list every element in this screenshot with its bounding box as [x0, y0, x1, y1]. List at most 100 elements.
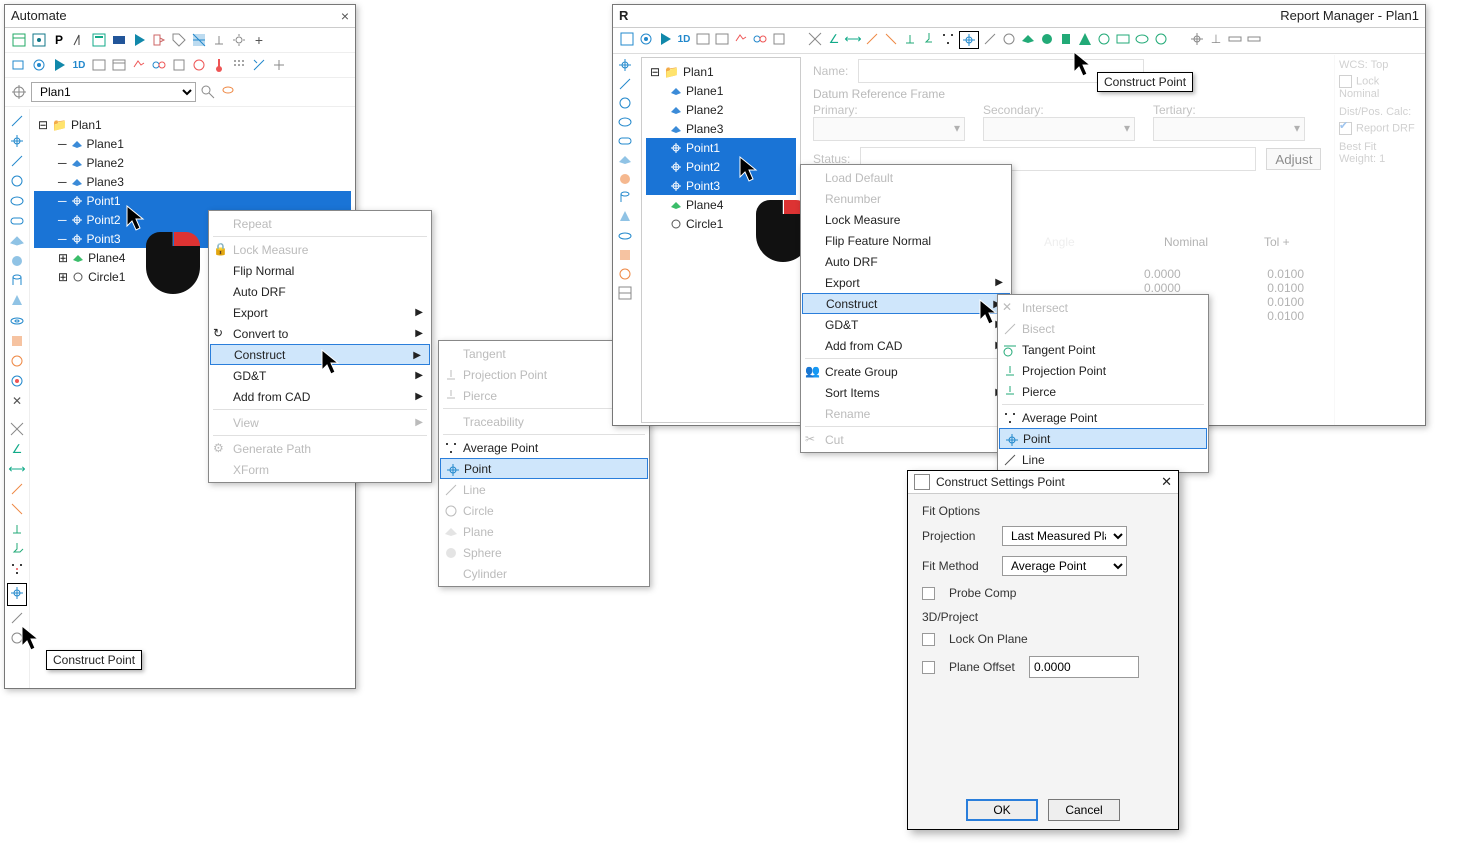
circle-icon[interactable]: [617, 95, 633, 111]
tb-icon[interactable]: [752, 31, 768, 47]
menu-item-flip-normal[interactable]: Flip Normal: [209, 260, 431, 281]
tree-item-plane2[interactable]: Plane2: [87, 156, 124, 170]
menu-item-xform[interactable]: XForm: [209, 459, 431, 480]
circle-icon[interactable]: [1001, 31, 1017, 47]
tb-icon[interactable]: [617, 228, 633, 244]
rect-icon[interactable]: [1115, 31, 1131, 47]
tb-icon[interactable]: [695, 31, 711, 47]
plane-icon[interactable]: [9, 233, 25, 249]
close-icon[interactable]: ×: [341, 5, 349, 27]
menu-item-line[interactable]: Line: [998, 449, 1208, 470]
menu-item-generate-path[interactable]: ⚙Generate Path: [209, 438, 431, 459]
line-icon[interactable]: [617, 76, 633, 92]
tertiary-select[interactable]: ▾: [1153, 117, 1305, 141]
tree-root[interactable]: Plan1: [71, 118, 102, 132]
grid-icon[interactable]: [617, 285, 633, 301]
fit-method-select[interactable]: Average Point: [1002, 556, 1127, 576]
tb-icon[interactable]: [11, 57, 27, 73]
bisect-icon[interactable]: ⟷: [9, 461, 25, 477]
tree-item-plane1[interactable]: Plane1: [686, 84, 723, 98]
tb-icon[interactable]: [9, 333, 25, 349]
cylinder-icon[interactable]: [1058, 31, 1074, 47]
play-icon[interactable]: [51, 57, 67, 73]
tb-icon[interactable]: [171, 57, 187, 73]
play-icon[interactable]: [657, 31, 673, 47]
tb-icon[interactable]: [1227, 31, 1243, 47]
tb-icon[interactable]: [619, 31, 635, 47]
menu-item-rename[interactable]: Rename: [801, 403, 1011, 424]
tb-icon[interactable]: [733, 31, 749, 47]
tb-icon[interactable]: [211, 32, 227, 48]
tb-icon[interactable]: [864, 31, 880, 47]
angle-icon[interactable]: ∠: [9, 441, 25, 457]
ellipse-icon[interactable]: [9, 193, 25, 209]
menu-item-cylinder[interactable]: Cylinder: [439, 563, 649, 584]
menu-item-plane[interactable]: Plane: [439, 521, 649, 542]
secondary-select[interactable]: ▾: [983, 117, 1135, 141]
grid-icon[interactable]: [231, 57, 247, 73]
tb-icon[interactable]: [31, 32, 47, 48]
menu-item-average-point[interactable]: Average Point: [998, 407, 1208, 428]
circle-icon[interactable]: [9, 173, 25, 189]
menu-item-create-group[interactable]: 👥Create Group: [801, 361, 1011, 382]
plane-icon[interactable]: [617, 152, 633, 168]
tb-icon[interactable]: [251, 57, 267, 73]
point-icon[interactable]: [9, 133, 25, 149]
tb-icon[interactable]: [191, 32, 207, 48]
cancel-button[interactable]: Cancel: [1048, 799, 1120, 821]
line-icon[interactable]: [982, 31, 998, 47]
tb-icon[interactable]: [271, 57, 287, 73]
construct-point-icon[interactable]: [9, 585, 25, 601]
tb-icon[interactable]: [71, 32, 87, 48]
probe-comp-checkbox[interactable]: [922, 587, 935, 600]
tb-icon[interactable]: [9, 353, 25, 369]
target-icon[interactable]: [11, 84, 27, 100]
adjust-button[interactable]: Adjust: [1266, 148, 1321, 170]
search-icon[interactable]: [200, 84, 216, 100]
menu-item-point[interactable]: Point: [440, 458, 648, 479]
tb-icon[interactable]: ✕: [9, 393, 25, 409]
menu-item-pierce[interactable]: Pierce: [998, 381, 1208, 402]
tb-icon[interactable]: [9, 501, 25, 517]
menu-item-repeat[interactable]: Repeat: [209, 213, 431, 234]
tb-icon[interactable]: [9, 373, 25, 389]
circle-icon[interactable]: [1096, 31, 1112, 47]
tree-item-plane4[interactable]: Plane4: [88, 251, 125, 265]
report-drf-checkbox[interactable]: [1339, 122, 1352, 135]
avg-point-icon[interactable]: [9, 561, 25, 577]
plane-icon[interactable]: [1020, 31, 1036, 47]
tree-item-plane1[interactable]: Plane1: [87, 137, 124, 151]
point-icon[interactable]: [617, 57, 633, 73]
menu-item-line[interactable]: Line: [439, 479, 649, 500]
ellipse-icon[interactable]: [1134, 31, 1150, 47]
filter-icon[interactable]: [220, 84, 236, 100]
construct-point-icon[interactable]: [961, 32, 977, 48]
cone-icon[interactable]: [9, 293, 25, 309]
perp-icon[interactable]: ⊥: [1208, 31, 1224, 47]
sphere-icon[interactable]: [1039, 31, 1055, 47]
angle-icon[interactable]: ∠: [826, 31, 842, 47]
menu-item-sort-items[interactable]: Sort Items▶: [801, 382, 1011, 403]
slot-icon[interactable]: [9, 213, 25, 229]
avg-point-icon[interactable]: [940, 31, 956, 47]
tb-icon[interactable]: [617, 247, 633, 263]
close-icon[interactable]: ✕: [1161, 474, 1172, 490]
tb-icon[interactable]: P: [51, 32, 67, 48]
menu-item-lock-measure[interactable]: 🔒Lock Measure: [209, 239, 431, 260]
tree-item-circle1[interactable]: Circle1: [686, 217, 723, 231]
projection-select[interactable]: Last Measured Plane: [1002, 526, 1127, 546]
tb-icon[interactable]: [151, 32, 167, 48]
bisect-icon[interactable]: ⟷: [845, 31, 861, 47]
intersect-icon[interactable]: [9, 421, 25, 437]
lock-nominal-checkbox[interactable]: [1339, 75, 1352, 88]
primary-select[interactable]: ▾: [813, 117, 965, 141]
menu-item-add-from-cad[interactable]: Add from CAD▶: [801, 335, 1011, 356]
tree-root[interactable]: Plan1: [683, 65, 714, 79]
intersect-icon[interactable]: [807, 31, 823, 47]
tree-item-point1[interactable]: Point1: [87, 194, 121, 208]
menu-item-auto-drf[interactable]: Auto DRF: [209, 281, 431, 302]
menu-item-flip-feature-normal[interactable]: Flip Feature Normal: [801, 230, 1011, 251]
ok-button[interactable]: OK: [966, 799, 1038, 821]
menu-item-lock-measure[interactable]: Lock Measure: [801, 209, 1011, 230]
sphere-icon[interactable]: [617, 171, 633, 187]
